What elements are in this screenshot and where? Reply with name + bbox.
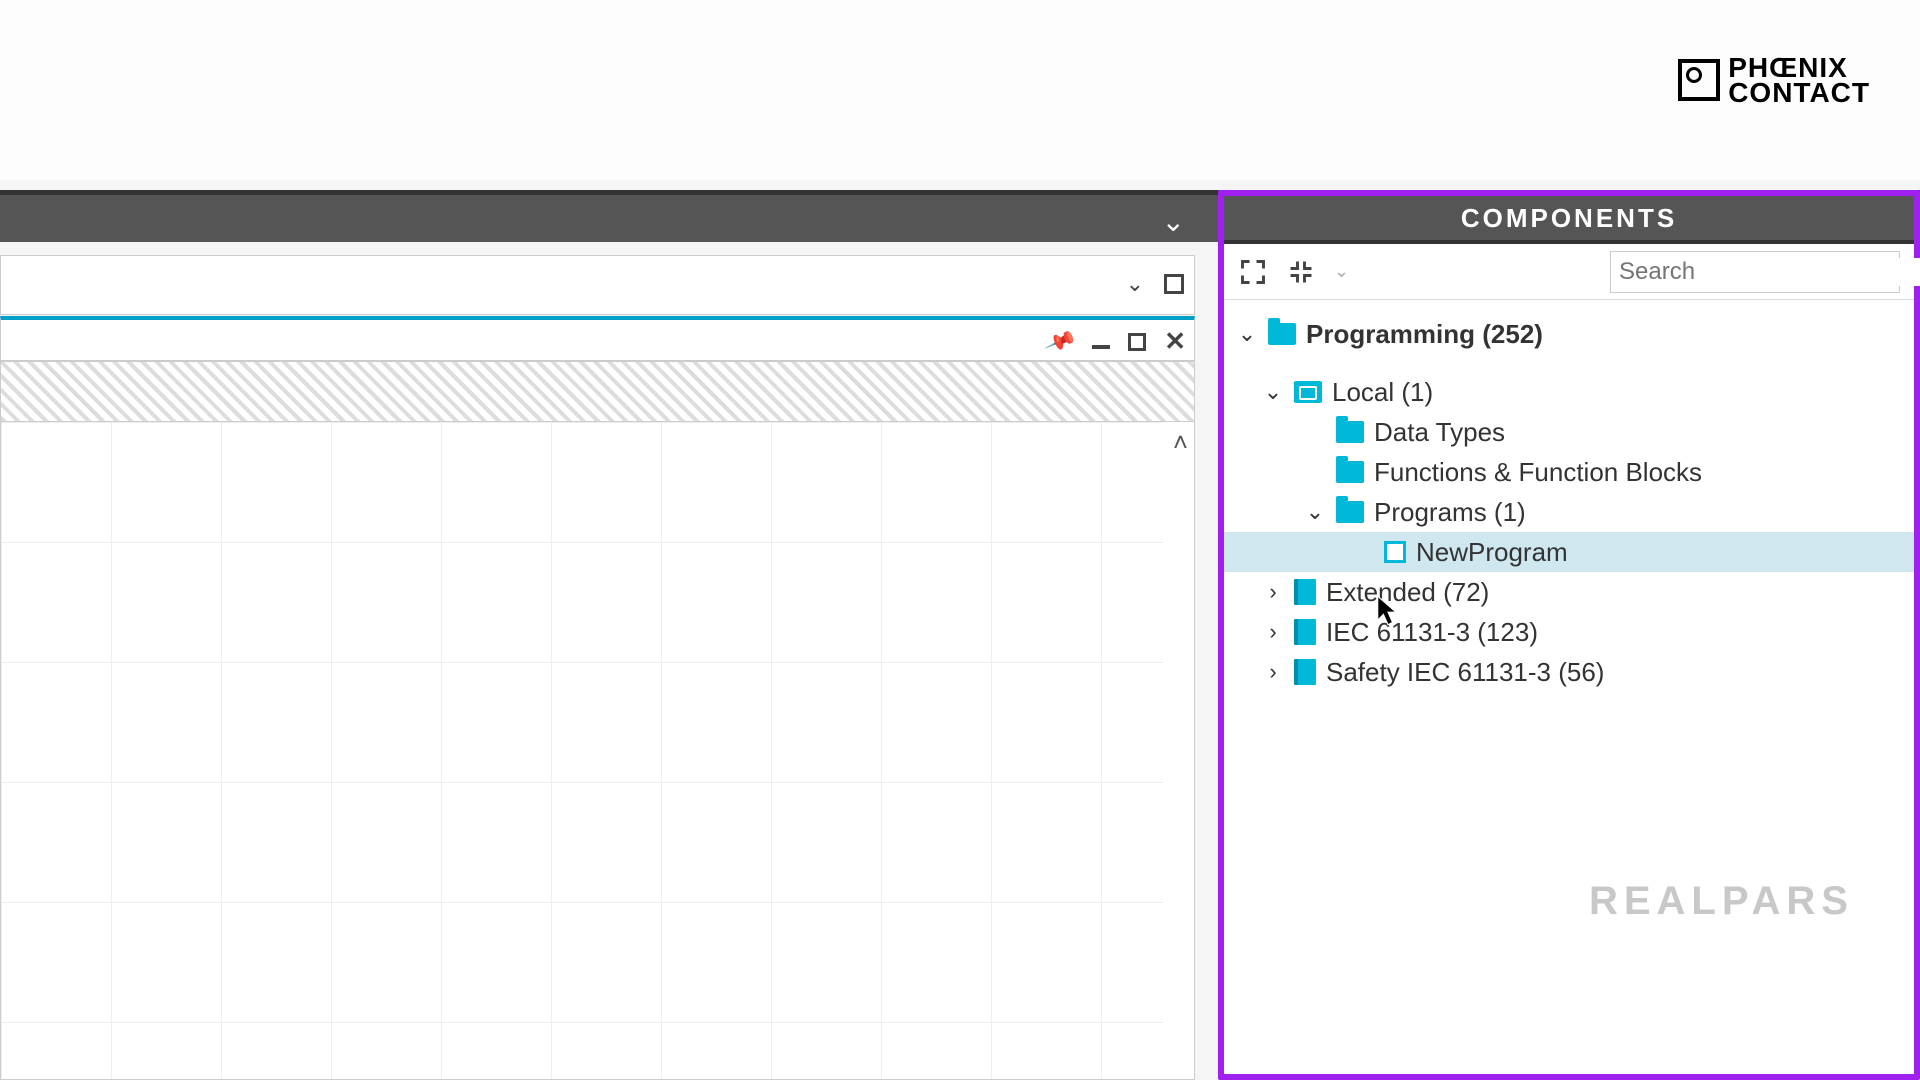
minimize-icon[interactable] bbox=[1092, 345, 1110, 349]
tree-label: Programming (252) bbox=[1306, 319, 1543, 350]
search-input[interactable] bbox=[1619, 258, 1920, 286]
component-tree: ⌄ Programming (252) ⌄ Local (1) Data Typ… bbox=[1224, 300, 1914, 692]
tree-label: Local (1) bbox=[1332, 377, 1433, 408]
collapse-all-icon[interactable] bbox=[1286, 257, 1316, 287]
tree-label: NewProgram bbox=[1416, 537, 1568, 568]
folder-icon bbox=[1336, 501, 1364, 523]
library-icon bbox=[1294, 579, 1316, 605]
library-icon bbox=[1294, 659, 1316, 685]
tree-node-iec[interactable]: › IEC 61131-3 (123) bbox=[1232, 612, 1906, 652]
expand-all-icon[interactable] bbox=[1238, 257, 1268, 287]
program-file-icon bbox=[1384, 541, 1406, 563]
chevron-down-icon[interactable]: ⌄ bbox=[1262, 379, 1284, 405]
tree-label: Extended (72) bbox=[1326, 577, 1489, 608]
variable-header-strip bbox=[1, 362, 1194, 422]
panel-toolbar: ⌄ 🔍 bbox=[1224, 244, 1914, 300]
maximize-icon[interactable] bbox=[1128, 333, 1146, 351]
tree-node-programs[interactable]: ⌄ Programs (1) bbox=[1232, 492, 1906, 532]
chevron-right-icon[interactable]: › bbox=[1262, 619, 1284, 645]
scroll-up-icon[interactable]: ˄ bbox=[1173, 427, 1188, 458]
brand-text: PHŒNIX CONTACT bbox=[1728, 55, 1870, 105]
panel-title: COMPONENTS bbox=[1224, 196, 1914, 244]
folder-icon bbox=[1336, 421, 1364, 443]
chevron-right-icon[interactable]: › bbox=[1262, 659, 1284, 685]
ladder-grid[interactable] bbox=[1, 422, 1164, 1079]
mouse-cursor-icon bbox=[1374, 595, 1402, 627]
folder-icon bbox=[1268, 323, 1296, 345]
tree-node-extended[interactable]: › Extended (72) bbox=[1232, 572, 1906, 612]
tree-node-safety[interactable]: › Safety IEC 61131-3 (56) bbox=[1232, 652, 1906, 692]
brand-logo: PHŒNIX CONTACT bbox=[1678, 55, 1870, 105]
chevron-down-icon[interactable]: ⌄ bbox=[1334, 261, 1349, 282]
chevron-down-icon[interactable]: ⌄ bbox=[1236, 321, 1258, 347]
app-header: PHŒNIX CONTACT bbox=[0, 0, 1920, 180]
chevron-down-icon[interactable]: ⌄ bbox=[1162, 205, 1185, 238]
folder-icon bbox=[1294, 381, 1322, 403]
chevron-down-icon[interactable]: ⌄ bbox=[1126, 271, 1144, 297]
tree-node-programming[interactable]: ⌄ Programming (252) bbox=[1232, 314, 1906, 354]
tree-node-datatypes[interactable]: Data Types bbox=[1232, 412, 1906, 452]
chevron-down-icon[interactable]: ⌄ bbox=[1304, 499, 1326, 525]
tree-label: IEC 61131-3 (123) bbox=[1326, 617, 1538, 648]
tree-node-local[interactable]: ⌄ Local (1) bbox=[1232, 372, 1906, 412]
close-icon[interactable]: ✕ bbox=[1164, 326, 1186, 357]
maximize-icon[interactable] bbox=[1164, 274, 1184, 294]
folder-icon bbox=[1336, 461, 1364, 483]
tree-label: Functions & Function Blocks bbox=[1374, 457, 1702, 488]
watermark: REALPARS bbox=[1589, 879, 1854, 924]
tree-label: Programs (1) bbox=[1374, 497, 1526, 528]
brand-line2: CONTACT bbox=[1728, 80, 1870, 105]
editor-titlebar: 📌 ✕ bbox=[0, 316, 1195, 361]
chevron-right-icon[interactable]: › bbox=[1262, 579, 1284, 605]
brand-icon bbox=[1678, 59, 1720, 101]
tab-strip: ⌄ bbox=[0, 255, 1195, 315]
tree-label: Data Types bbox=[1374, 417, 1505, 448]
components-panel: COMPONENTS ⌄ 🔍 ⌄ Programming (252) bbox=[1218, 190, 1920, 1080]
tree-node-newprogram[interactable]: NewProgram bbox=[1224, 532, 1914, 572]
pin-icon[interactable]: 📌 bbox=[1043, 325, 1078, 359]
search-box[interactable]: 🔍 bbox=[1610, 251, 1900, 293]
tree-label: Safety IEC 61131-3 (56) bbox=[1326, 657, 1604, 688]
tree-node-functions[interactable]: Functions & Function Blocks bbox=[1232, 452, 1906, 492]
editor-canvas[interactable]: ˄ bbox=[0, 361, 1195, 1080]
library-icon bbox=[1294, 619, 1316, 645]
